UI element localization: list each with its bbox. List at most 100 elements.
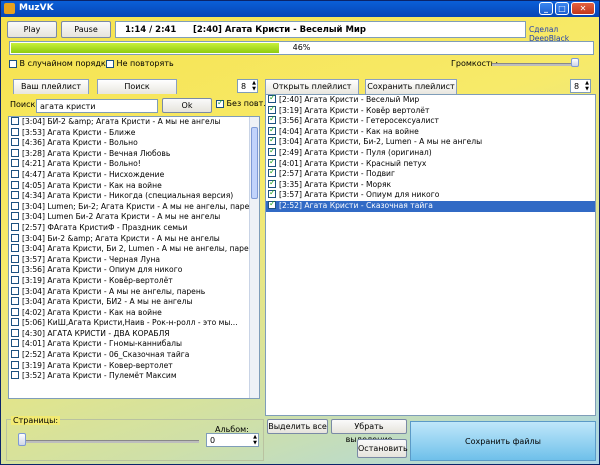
search-result-row-checkbox[interactable]: [11, 360, 19, 369]
tab-search[interactable]: Поиск: [97, 79, 177, 94]
search-result-row-checkbox[interactable]: [11, 180, 19, 189]
album-spinner[interactable]: 0 ▲ ▼: [206, 433, 259, 447]
search-result-row-checkbox[interactable]: [11, 117, 19, 125]
search-result-row[interactable]: [4:47] Агата Кристи - Нисхождение: [9, 169, 259, 181]
playlist-row-checkbox[interactable]: [268, 199, 276, 210]
search-result-row-checkbox[interactable]: [11, 265, 19, 274]
spinner-arrows-icon[interactable]: ▲ ▼: [252, 80, 256, 92]
playlist-row[interactable]: [3:35] Агата Кристи - Моряк: [266, 178, 595, 191]
shuffle-option[interactable]: В случайном порядке: [9, 59, 111, 68]
volume-thumb[interactable]: [571, 58, 579, 67]
search-result-row[interactable]: [4:02] Агата Кристи - Как на войне: [9, 307, 259, 319]
search-result-row-checkbox[interactable]: [11, 159, 19, 168]
playback-progress[interactable]: 46%: [9, 41, 594, 55]
right-spinner-arrows-icon[interactable]: ▲ ▼: [585, 80, 589, 92]
search-result-row[interactable]: [3:04] БИ-2 &amp; Агата Кристи - А мы не…: [9, 117, 259, 128]
playlist-row-checkbox[interactable]: [268, 114, 276, 125]
right-spinner[interactable]: 8 ▲ ▼: [570, 79, 591, 93]
no-repeat-checkbox[interactable]: [106, 59, 114, 68]
save-playlist-button[interactable]: Сохранить плейлист: [365, 79, 457, 94]
search-result-row-checkbox[interactable]: [11, 169, 19, 178]
playlist-row-checkbox[interactable]: [268, 125, 276, 135]
search-result-row-checkbox[interactable]: [11, 148, 19, 157]
volume-slider[interactable]: [492, 63, 578, 66]
stop-button[interactable]: Остановить: [357, 439, 408, 458]
search-result-row-checkbox[interactable]: [11, 286, 19, 295]
search-input[interactable]: агата кристи: [36, 99, 158, 113]
search-result-row-checkbox[interactable]: [11, 127, 19, 136]
playlist-row[interactable]: [2:40] Агата Кристи - Веселый Мир: [266, 95, 595, 106]
album-arrows-icon[interactable]: ▲ ▼: [253, 434, 257, 446]
search-result-row-checkbox[interactable]: [11, 138, 19, 147]
search-result-row[interactable]: [2:57] ФАгата КристиФ - Праздник семьи: [9, 222, 259, 234]
search-result-row-checkbox[interactable]: [11, 371, 19, 380]
search-result-row[interactable]: [3:04] Агата Кристи - А мы не ангелы, па…: [9, 286, 259, 298]
left-spinner[interactable]: 8 ▲ ▼: [237, 79, 258, 93]
playlist-row[interactable]: [2:57] Агата Кристи - Подвиг: [266, 167, 595, 180]
save-files-button[interactable]: Сохранить файлы: [410, 421, 596, 461]
shuffle-checkbox[interactable]: [9, 59, 17, 68]
playlist-row[interactable]: [3:04] Агата Кристи, Би-2, Lumen - А мы …: [266, 135, 595, 148]
playlist-row[interactable]: [2:52] Агата Кристи - Сказочная тайга: [266, 199, 595, 212]
search-result-row[interactable]: [3:28] Агата Кристи - Вечная Любовь: [9, 148, 259, 160]
search-result-row[interactable]: [3:04] Lumen Би-2 Агата Кристи - А мы не…: [9, 212, 259, 223]
search-result-row-checkbox[interactable]: [11, 244, 19, 253]
playlist-row[interactable]: [3:56] Агата Кристи - Гетеросексуалист: [266, 114, 595, 127]
search-result-row-checkbox[interactable]: [11, 275, 19, 284]
playlist-row[interactable]: [2:49] Агата Кристи - Пуля (оригинал): [266, 146, 595, 159]
playlist-row-checkbox[interactable]: [268, 188, 276, 199]
search-result-row[interactable]: [4:21] Агата Кристи - Вольно!: [9, 159, 259, 170]
playlist-row-checkbox[interactable]: [268, 104, 276, 114]
search-result-row[interactable]: [3:57] Агата Кристи - Черная Луна: [9, 254, 259, 266]
play-button[interactable]: Play: [7, 21, 57, 38]
no-repeat-option[interactable]: Не повторять: [106, 59, 174, 68]
search-result-row[interactable]: [4:36] Агата Кристи - Вольно: [9, 138, 259, 149]
search-result-row[interactable]: [3:52] Агата Кристи - Пулемёт Максим: [9, 371, 259, 382]
ok-button[interactable]: Ok: [162, 98, 212, 113]
tab-playlist[interactable]: Ваш плейлист: [13, 79, 89, 94]
search-result-row[interactable]: [3:53] Агата Кристи - Ближе: [9, 127, 259, 139]
left-scrollbar[interactable]: [249, 117, 259, 398]
no-repeat-search-option[interactable]: Без повт.: [216, 98, 266, 108]
minimize-button[interactable]: _: [539, 2, 553, 15]
search-result-row-checkbox[interactable]: [11, 222, 19, 231]
title-bar[interactable]: MuzVK _ □ ✕: [1, 1, 599, 17]
search-results-list[interactable]: [3:04] БИ-2 &amp; Агата Кристи - А мы не…: [8, 116, 260, 399]
deselect-button[interactable]: Убрать выделение: [331, 419, 407, 444]
left-scrollbar-thumb[interactable]: [251, 127, 258, 199]
search-result-row[interactable]: [2:52] Агата Кристи - 06_Сказочная тайга: [9, 350, 259, 361]
playlist-row-checkbox[interactable]: [268, 167, 276, 178]
open-playlist-button[interactable]: Открыть плейлист: [265, 79, 359, 94]
search-result-row[interactable]: [3:19] Агата Кристи - Ковёр-вертолёт: [9, 275, 259, 287]
search-result-row[interactable]: [3:04] Агата Кристи, БИ2 - А мы не ангел…: [9, 297, 259, 308]
playlist-row[interactable]: [3:57] Агата Кристи - Опиум для никого: [266, 188, 595, 201]
playlist-row[interactable]: [4:01] Агата Кристи - Красный петух: [266, 157, 595, 170]
search-result-row-checkbox[interactable]: [11, 318, 19, 327]
search-result-row-checkbox[interactable]: [11, 297, 19, 306]
playlist-row[interactable]: [3:19] Агата Кристи - Ковёр вертолёт: [266, 104, 595, 117]
search-result-row-checkbox[interactable]: [11, 201, 19, 210]
search-result-row[interactable]: [4:30] АГАТА КРИСТИ - ДВА КОРАБЛЯ: [9, 328, 259, 340]
search-result-row[interactable]: [5:06] КиШ,Агата Кристи,Наив - Рок-н-рол…: [9, 318, 259, 329]
playlist-row-checkbox[interactable]: [268, 178, 276, 188]
playlist-row-checkbox[interactable]: [268, 146, 276, 157]
close-button[interactable]: ✕: [571, 2, 595, 15]
search-result-row[interactable]: [3:19] Агата Кристи - Ковер-вертолет: [9, 360, 259, 372]
pages-slider-thumb[interactable]: [18, 433, 26, 446]
search-result-row-checkbox[interactable]: [11, 328, 19, 337]
search-result-row-checkbox[interactable]: [11, 233, 19, 242]
search-result-row[interactable]: [4:01] Агата Кристи - Гномы-каннибалы: [9, 339, 259, 350]
playlist[interactable]: [2:40] Агата Кристи - Веселый Мир[3:19] …: [265, 94, 596, 416]
search-result-row-checkbox[interactable]: [11, 254, 19, 263]
search-result-row-checkbox[interactable]: [11, 307, 19, 316]
search-result-row[interactable]: [3:56] Агата Кристи - Опиум для никого: [9, 265, 259, 276]
search-result-row-checkbox[interactable]: [11, 350, 19, 359]
search-result-row[interactable]: [4:05] Агата Кристи - Как на войне: [9, 180, 259, 192]
pause-button[interactable]: Pause: [61, 21, 111, 38]
no-repeat-search-checkbox[interactable]: [216, 98, 224, 108]
playlist-row-checkbox[interactable]: [268, 135, 276, 146]
search-result-row[interactable]: [3:04] Lumen; Би-2; Агата Кристи - А мы …: [9, 201, 259, 213]
select-all-button[interactable]: Выделить все: [267, 419, 328, 434]
playlist-row-checkbox[interactable]: [268, 95, 276, 104]
pages-slider[interactable]: [19, 440, 199, 443]
